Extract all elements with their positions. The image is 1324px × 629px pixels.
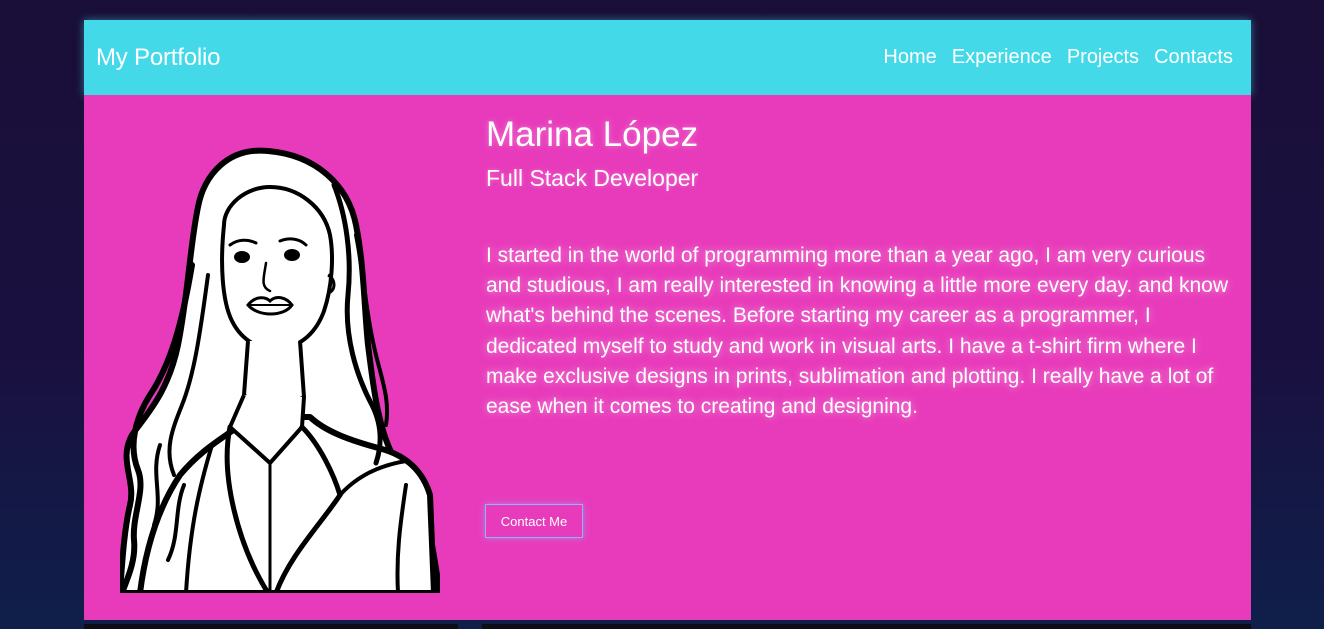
- portrait-illustration: [120, 147, 440, 593]
- profile-name: Marina López: [486, 115, 699, 154]
- nav-link-home[interactable]: Home: [883, 46, 936, 69]
- navbar: My Portfolio Home Experience Projects Co…: [84, 20, 1251, 95]
- hero-content: Marina López Full Stack Developer I star…: [486, 115, 1236, 422]
- portfolio-frame: My Portfolio Home Experience Projects Co…: [84, 20, 1251, 620]
- bottom-card-edge-left: [84, 624, 458, 629]
- nav-link-projects[interactable]: Projects: [1067, 46, 1139, 69]
- nav-links: Home Experience Projects Contacts: [883, 46, 1233, 69]
- brand-title[interactable]: My Portfolio: [96, 44, 221, 72]
- hero-section: Marina López Full Stack Developer I star…: [84, 95, 1251, 620]
- profile-role: Full Stack Developer: [486, 165, 699, 191]
- profile-bio: I started in the world of programming mo…: [486, 244, 1228, 419]
- contact-me-button[interactable]: Contact Me: [485, 504, 583, 538]
- nav-link-experience[interactable]: Experience: [952, 46, 1052, 69]
- bottom-card-edge-right: [482, 624, 1251, 629]
- nav-link-contacts[interactable]: Contacts: [1154, 46, 1233, 69]
